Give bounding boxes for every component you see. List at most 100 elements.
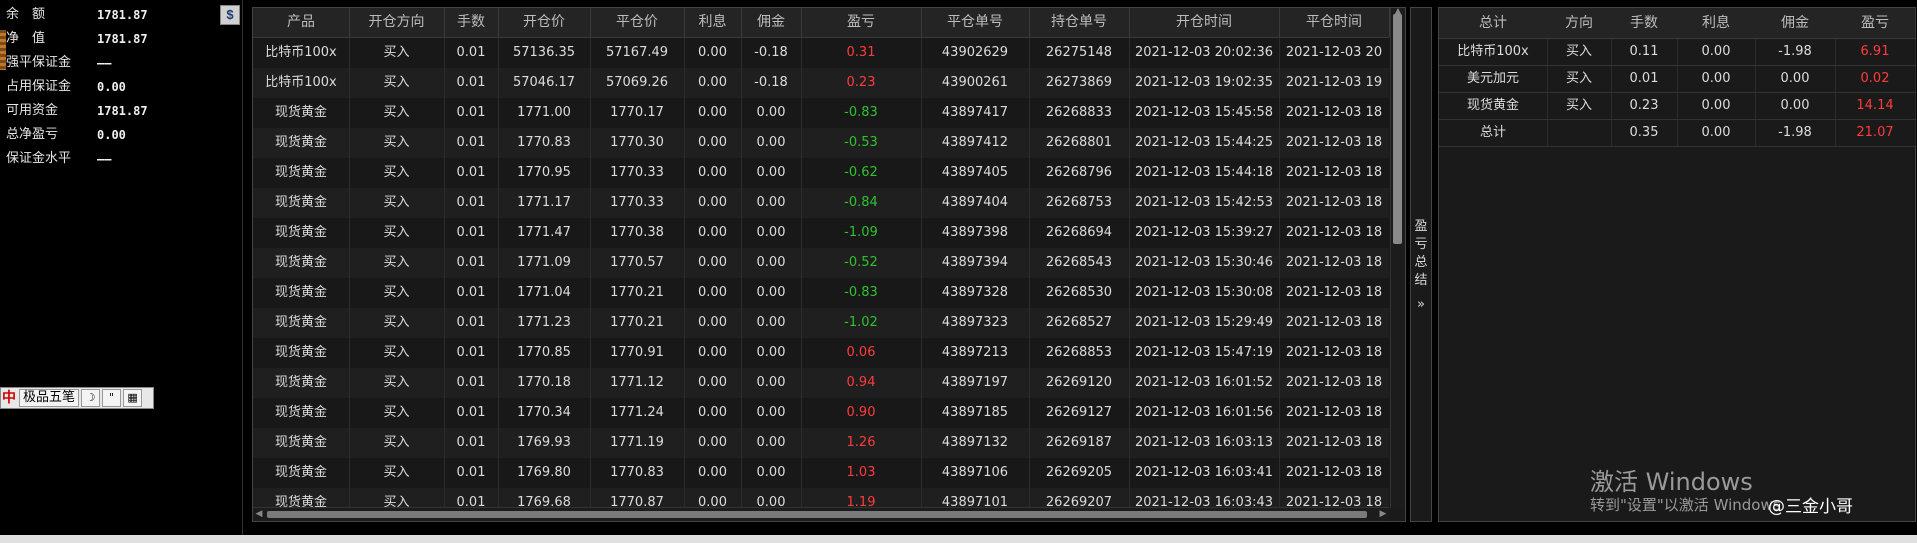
table-row[interactable]: 现货黄金 买入 0.01 1771.04 1770.21 0.00 0.00 -0.83 438… [253, 278, 1389, 309]
cell-open: 1771.00 [498, 98, 591, 128]
column-header[interactable]: 开仓时间 [1129, 8, 1280, 37]
table-row[interactable]: 现货黄金 买入 0.01 1770.18 1771.12 0.00 0.00 0.94 4389… [253, 368, 1389, 399]
summary-row[interactable]: 美元加元 买入 0.01 0.00 0.00 0.02 [1439, 66, 1916, 93]
cell-interest: 0.00 [684, 428, 742, 458]
column-header[interactable]: 产品 [253, 8, 350, 37]
column-header[interactable]: 开仓方向 [349, 8, 445, 37]
ime-logo-icon[interactable]: 中 [1, 389, 17, 407]
scroll-left-icon[interactable]: ◀ [253, 508, 265, 521]
cell-side: 买入 [349, 218, 445, 248]
column-header[interactable]: 平仓价 [590, 8, 685, 37]
cell-product: 现货黄金 [253, 428, 350, 458]
cell-close-no: 43897132 [921, 428, 1030, 458]
column-header[interactable]: 开仓价 [498, 8, 591, 37]
cell-lots: 0.01 [444, 128, 499, 158]
cell-close-time: 2021-12-03 18 [1279, 338, 1389, 368]
cell-lots: 0.01 [444, 368, 499, 398]
summary-column-header[interactable]: 利息 [1677, 8, 1756, 39]
cell-lots: 0.01 [444, 248, 499, 278]
cell-product: 现货黄金 [253, 398, 350, 428]
summary-column-header[interactable]: 方向 [1547, 8, 1612, 39]
table-row[interactable]: 现货黄金 买入 0.01 1770.95 1770.33 0.00 0.00 -0.62 438… [253, 158, 1389, 189]
cell-interest: 0.00 [684, 308, 742, 338]
cell-pnl: 0.06 [801, 338, 922, 368]
column-header[interactable]: 盈亏 [801, 8, 922, 37]
table-row[interactable]: 现货黄金 买入 0.01 1771.47 1770.38 0.00 0.00 -1.09 438… [253, 218, 1389, 249]
summary-column-header[interactable]: 佣金 [1755, 8, 1836, 39]
summary-row[interactable]: 总计 0.35 0.00 -1.98 21.07 [1439, 120, 1916, 147]
account-row: 余 额 1781.87 [0, 3, 240, 27]
summary-row[interactable]: 现货黄金 买入 0.23 0.00 0.00 14.14 [1439, 93, 1916, 120]
table-row[interactable]: 现货黄金 买入 0.01 1771.09 1770.57 0.00 0.00 -0.52 438… [253, 248, 1389, 279]
table-row[interactable]: 现货黄金 买入 0.01 1770.85 1770.91 0.00 0.00 0.06 4389… [253, 338, 1389, 369]
keyboard-icon[interactable]: ▦ [123, 389, 143, 407]
cell-pos-no: 26269127 [1029, 398, 1130, 428]
punctuation-icon[interactable]: " [102, 389, 122, 407]
ime-mode-label[interactable]: 极品五笔 [19, 389, 80, 407]
scroll-right-icon[interactable]: ▶ [1377, 508, 1389, 521]
account-label: 占用保证金 [6, 79, 72, 94]
ime-toolbar[interactable]: 中 极品五笔 ☽ " ▦ [0, 387, 154, 409]
cell-open-time: 2021-12-03 15:42:53 [1129, 188, 1280, 218]
dollar-button[interactable]: $ [220, 5, 240, 25]
cell-side: 买入 [349, 488, 445, 508]
table-row[interactable]: 现货黄金 买入 0.01 1769.93 1771.19 0.00 0.00 1.26 4389… [253, 428, 1389, 459]
cell-pnl: -0.62 [801, 158, 922, 188]
cell-close-no: 43897185 [921, 398, 1030, 428]
cell-close-no: 43902629 [921, 38, 1030, 68]
cell-product: 比特币100x [253, 68, 350, 98]
vertical-scroll-thumb[interactable] [1393, 14, 1402, 244]
cell-close-time: 2021-12-03 18 [1279, 458, 1389, 488]
table-row[interactable]: 现货黄金 买入 0.01 1771.23 1770.21 0.00 0.00 -1.02 438… [253, 308, 1389, 339]
cell-pnl: -0.53 [801, 128, 922, 158]
account-row: 强平保证金 —— [0, 51, 240, 75]
cell-interest: 0.00 [684, 158, 742, 188]
summary-cell-side [1547, 120, 1612, 146]
column-header[interactable]: 平仓单号 [921, 8, 1030, 37]
table-row[interactable]: 比特币100x 买入 0.01 57136.35 57167.49 0.00 -0.18 0.… [253, 38, 1389, 69]
cell-close-time: 2021-12-03 18 [1279, 278, 1389, 308]
table-row[interactable]: 现货黄金 买入 0.01 1769.68 1770.87 0.00 0.00 1.19 4389… [253, 488, 1389, 508]
cell-close-time: 2021-12-03 18 [1279, 428, 1389, 458]
cell-product: 现货黄金 [253, 218, 350, 248]
column-header[interactable]: 平仓时间 [1279, 8, 1390, 37]
column-header[interactable]: 利息 [684, 8, 742, 37]
cell-side: 买入 [349, 188, 445, 218]
summary-cell-product: 总计 [1439, 120, 1548, 146]
cell-side: 买入 [349, 428, 445, 458]
horizontal-scroll-thumb[interactable] [267, 511, 1367, 518]
cell-pnl: 1.03 [801, 458, 922, 488]
cell-close: 1770.87 [590, 488, 685, 508]
column-header[interactable]: 佣金 [741, 8, 802, 37]
cell-lots: 0.01 [444, 428, 499, 458]
cell-commission: 0.00 [741, 278, 802, 308]
column-header[interactable]: 持仓单号 [1029, 8, 1130, 37]
toggle-label-char: 结 [1414, 273, 1428, 288]
summary-cell-lots: 0.11 [1611, 39, 1678, 65]
summary-cell-commission: 0.00 [1755, 66, 1836, 92]
table-row[interactable]: 现货黄金 买入 0.01 1771.00 1770.17 0.00 0.00 -0.83 438… [253, 98, 1389, 129]
summary-column-header[interactable]: 手数 [1611, 8, 1678, 39]
summary-row[interactable]: 比特币100x 买入 0.11 0.00 -1.98 6.91 [1439, 39, 1916, 66]
cell-open: 1769.93 [498, 428, 591, 458]
table-row[interactable]: 现货黄金 买入 0.01 1770.34 1771.24 0.00 0.00 0.90 4389… [253, 398, 1389, 429]
cell-close-time: 2021-12-03 18 [1279, 158, 1389, 188]
cell-open-time: 2021-12-03 19:02:35 [1129, 68, 1280, 98]
cell-product: 现货黄金 [253, 488, 350, 508]
cell-commission: -0.18 [741, 68, 802, 98]
column-header[interactable]: 手数 [444, 8, 499, 37]
summary-column-header[interactable]: 总计 [1439, 8, 1548, 39]
table-row[interactable]: 现货黄金 买入 0.01 1770.83 1770.30 0.00 0.00 -0.53 438… [253, 128, 1389, 159]
table-row[interactable]: 现货黄金 买入 0.01 1769.80 1770.83 0.00 0.00 1.03 4389… [253, 458, 1389, 489]
summary-column-header[interactable]: 盈亏 [1835, 8, 1916, 39]
pnl-summary-toggle[interactable]: 盈亏总结 » [1410, 7, 1432, 522]
moon-icon[interactable]: ☽ [81, 389, 101, 407]
horizontal-scrollbar[interactable]: ◀ ▶ [253, 507, 1389, 521]
table-row[interactable]: 现货黄金 买入 0.01 1771.17 1770.33 0.00 0.00 -0.84 438… [253, 188, 1389, 219]
cell-pos-no: 26268853 [1029, 338, 1130, 368]
toggle-label-char: 亏 [1414, 237, 1428, 252]
vertical-scrollbar[interactable]: ▲ [1390, 7, 1405, 508]
cell-commission: 0.00 [741, 248, 802, 278]
table-row[interactable]: 比特币100x 买入 0.01 57046.17 57069.26 0.00 -0.18 0.… [253, 68, 1389, 99]
cell-pnl: -0.52 [801, 248, 922, 278]
